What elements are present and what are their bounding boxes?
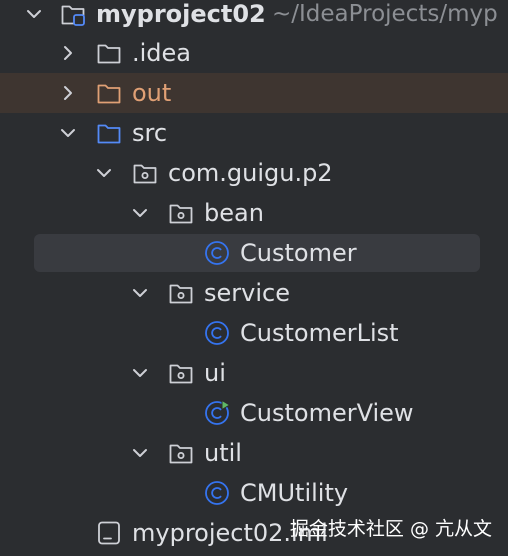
tree-row-util[interactable]: util <box>0 433 508 473</box>
package-icon <box>132 160 158 186</box>
watermark-text: 掘金技术社区 @ 亢从文 <box>289 518 492 540</box>
chevron-down-icon[interactable] <box>130 363 150 383</box>
tree-item-label: src <box>132 119 168 147</box>
tree-row-idea[interactable]: .idea <box>0 33 508 73</box>
tree-row-bean[interactable]: bean <box>0 193 508 233</box>
class-icon <box>204 240 230 266</box>
chevron-down-icon[interactable] <box>94 163 114 183</box>
chevron-down-icon[interactable] <box>130 443 150 463</box>
iml-file-icon <box>96 520 122 546</box>
tree-item-label: .idea <box>132 39 192 67</box>
tree-row-service[interactable]: service <box>0 273 508 313</box>
module-folder-icon <box>60 1 86 27</box>
folder-icon <box>96 40 122 66</box>
class-icon <box>204 320 230 346</box>
tree-item-label: CMUtility <box>240 479 349 507</box>
tree-item-label: Customer <box>240 239 357 267</box>
tree-row-customerlist[interactable]: CustomerList <box>0 313 508 353</box>
tree-item-label: CustomerView <box>240 399 414 427</box>
tree-item-label: out <box>132 79 172 107</box>
excluded-folder-icon <box>96 80 122 106</box>
tree-item-label: myproject02 <box>96 0 266 28</box>
tree-row-com-guigu-p2[interactable]: com.guigu.p2 <box>0 153 508 193</box>
tree-row-ui[interactable]: ui <box>0 353 508 393</box>
class-icon <box>204 480 230 506</box>
package-icon <box>168 280 194 306</box>
chevron-down-icon[interactable] <box>58 123 78 143</box>
tree-row-out[interactable]: out <box>0 73 508 113</box>
chevron-down-icon[interactable] <box>130 203 150 223</box>
tree-row-customerview[interactable]: CustomerView <box>0 393 508 433</box>
tree-item-label: bean <box>204 199 264 227</box>
project-path-label: ~/IdeaProjects/myp <box>272 1 498 27</box>
chevron-right-icon[interactable] <box>58 43 78 63</box>
chevron-down-icon[interactable] <box>24 4 44 24</box>
project-tree: myproject02 ~/IdeaProjects/myp .idea out… <box>0 0 508 556</box>
tree-item-label: util <box>204 439 242 467</box>
tree-item-label: com.guigu.p2 <box>168 159 333 187</box>
tree-row-customer[interactable]: Customer <box>0 233 508 273</box>
package-icon <box>168 360 194 386</box>
chevron-right-icon[interactable] <box>58 83 78 103</box>
tree-item-label: service <box>204 279 290 307</box>
tree-item-label: CustomerList <box>240 319 399 347</box>
package-icon <box>168 200 194 226</box>
chevron-down-icon[interactable] <box>130 283 150 303</box>
tree-row-cmutility[interactable]: CMUtility <box>0 473 508 513</box>
tree-row-myproject02[interactable]: myproject02 ~/IdeaProjects/myp <box>0 0 508 34</box>
source-folder-icon <box>96 120 122 146</box>
tree-item-label: ui <box>204 359 226 387</box>
runnable-class-icon <box>204 400 230 426</box>
tree-row-src[interactable]: src <box>0 113 508 153</box>
package-icon <box>168 440 194 466</box>
